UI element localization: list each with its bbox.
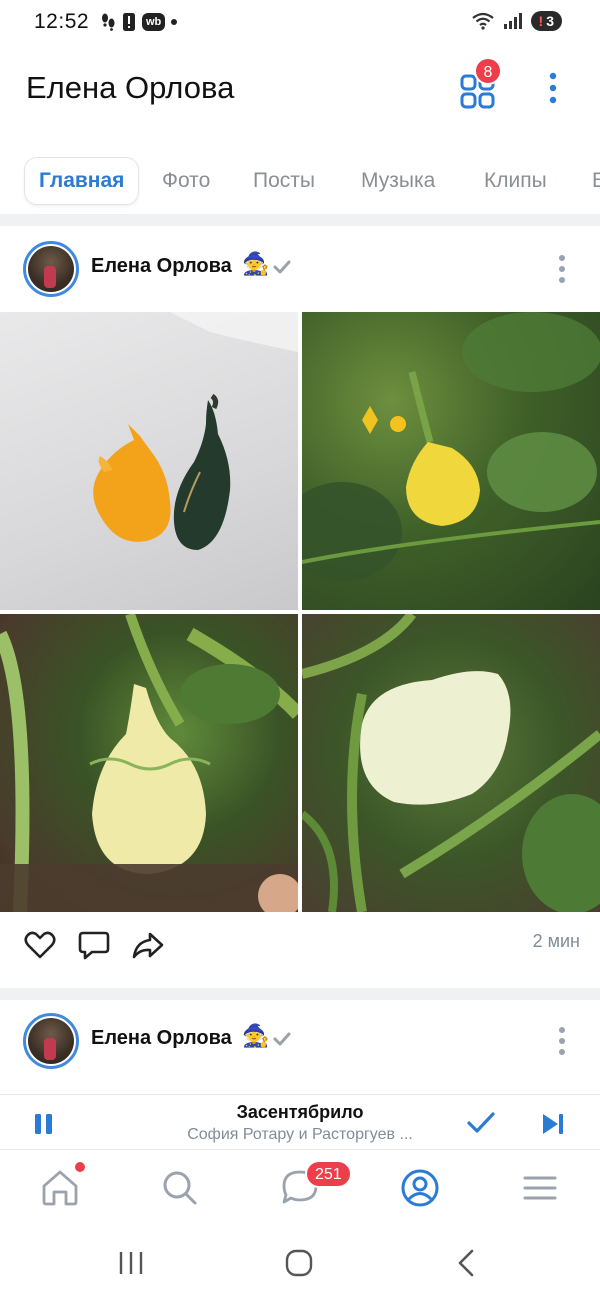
profile-tabs: Главная Фото Посты Музыка Клипы В [0,150,600,212]
comment-button[interactable] [77,928,111,962]
share-button[interactable] [131,928,165,962]
more-options-button[interactable] [540,68,566,108]
comment-icon [78,931,110,960]
yellow-gourd-photo[interactable] [302,312,600,610]
post-photo-grid [0,312,600,912]
tab-music[interactable]: Музыка [361,158,435,204]
author-emoji-status: 🧙 [242,1023,270,1048]
tab-search[interactable] [158,1166,202,1210]
wb-icon: wb [142,13,166,31]
tab-more[interactable]: В [592,158,600,204]
added-track-button[interactable] [466,1109,496,1137]
post-author[interactable]: Елена Орлова [91,255,232,278]
recent-apps-button[interactable] [116,1248,146,1278]
tab-profile[interactable] [398,1166,442,1210]
avatar[interactable] [23,1013,79,1069]
post-more-button[interactable] [551,1023,573,1059]
avatar-image [28,1018,74,1064]
profile-header: Елена Орлова 8 [0,48,600,138]
status-system-icons: ! 3 [471,11,562,31]
bottom-tab-bar: 251 [0,1150,600,1228]
tab-clips[interactable]: Клипы [484,158,547,204]
check-icon [467,1112,495,1133]
skip-next-icon [543,1114,563,1134]
author-emoji-status: 🧙 [242,251,270,276]
status-bar: 12:52 wb ! 3 [0,0,600,48]
battery-value: 3 [546,13,554,29]
checkmark-icon [273,1030,291,1048]
more-vertical-icon [549,72,557,104]
home-circle-icon [285,1249,313,1277]
post-timestamp: 2 мин [532,931,580,951]
apps-badge: 8 [474,57,502,85]
wifi-icon [471,12,495,30]
status-notifications: wb [100,12,178,32]
home-notification-dot [73,1160,87,1174]
track-artist: София Ротару и Расторгуев ... [187,1126,413,1143]
battery-indicator: ! 3 [530,11,562,31]
more-notifications-dot [171,19,178,25]
gourds-photo[interactable] [0,312,298,610]
post-actions: 2 мин [0,912,600,976]
back-icon [458,1249,474,1277]
mini-player[interactable]: Засентябрило София Ротару и Расторгуев .… [0,1094,600,1150]
post-more-button[interactable] [551,251,573,287]
share-icon [132,932,164,959]
avatar-image [28,246,74,292]
tab-main[interactable]: Главная [25,158,139,204]
avatar[interactable] [23,241,79,297]
post-header: Елена Орлова 🧙 [0,1003,600,1077]
home-system-button[interactable] [284,1248,314,1278]
menu-icon [523,1176,557,1200]
page-title: Елена Орлова [26,70,235,105]
like-button[interactable] [23,928,57,962]
tab-posts[interactable]: Посты [253,158,315,204]
track-title: Засентябрило [236,1102,364,1122]
tab-photo[interactable]: Фото [162,158,210,204]
system-navigation-bar [0,1228,600,1300]
like-icon [24,931,56,959]
search-icon [163,1171,197,1205]
next-track-button[interactable] [540,1111,566,1137]
recent-apps-icon [119,1252,143,1274]
tab-menu[interactable] [518,1166,562,1210]
section-divider [0,988,600,1000]
more-vertical-icon [559,1027,565,1055]
messages-badge: 251 [305,1160,352,1188]
section-divider [0,214,600,226]
alert-icon [122,12,136,32]
more-vertical-icon [559,255,565,283]
warty-gourd-photo[interactable] [0,614,298,912]
post-author[interactable]: Елена Орлова [91,1027,232,1050]
white-gourd-photo[interactable] [302,614,600,912]
signal-icon [503,12,523,30]
back-button[interactable] [452,1248,482,1278]
profile-icon [401,1169,439,1207]
battery-warning: ! [538,13,544,29]
checkmark-icon [273,258,291,276]
post-header: Елена Орлова 🧙 [0,231,600,305]
steps-icon [100,13,116,31]
status-time: 12:52 [34,10,90,33]
